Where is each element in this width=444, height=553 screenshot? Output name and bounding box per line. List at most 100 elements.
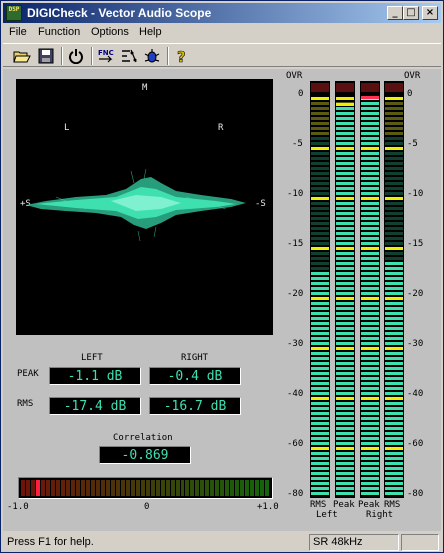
meter-segment [336, 177, 354, 180]
level-meters: OVR OVR RMS Left Peak Peak Right RMS 0 0 -5 -5 -10… [286, 71, 432, 520]
meter-segment [311, 262, 329, 265]
meter-segment [361, 422, 379, 425]
meter-segment [361, 492, 379, 495]
meter-segment [385, 202, 403, 205]
meter-label-top: Peak [333, 500, 355, 510]
meter-segment [385, 487, 403, 490]
menu-help[interactable]: Help [139, 26, 162, 38]
meter-segment [361, 392, 379, 395]
title-bar[interactable]: DSP DIGICheck - Vector Audio Scope _ □ × [3, 3, 441, 23]
open-icon[interactable] [11, 46, 33, 66]
meter-segment [336, 272, 354, 275]
meter-segment [385, 137, 403, 140]
menu-function[interactable]: Function [38, 26, 80, 38]
meter-segment [361, 117, 379, 120]
minimize-button[interactable]: _ [387, 6, 403, 20]
rms-left-readout: -17.4 dB [49, 397, 141, 415]
meter-segment [311, 477, 329, 480]
correlation-segment [145, 480, 150, 496]
correlation-segment [160, 480, 165, 496]
meter-segment [336, 207, 354, 210]
dsp-app-icon[interactable]: DSP [6, 5, 22, 21]
maximize-button[interactable]: □ [403, 6, 419, 20]
app-window: DSP DIGICheck - Vector Audio Scope _ □ ×… [0, 0, 444, 553]
meter-segment [311, 297, 329, 300]
peak-hold-marker [361, 96, 379, 99]
meter-segment [385, 222, 403, 225]
menu-options[interactable]: Options [91, 26, 129, 38]
meter-scale-label: -15 [407, 239, 424, 249]
meter-segment [385, 117, 403, 120]
meter-scale-label: -60 [407, 439, 424, 449]
meter-segment [361, 412, 379, 415]
meter-segment [311, 427, 329, 430]
meter-segment [311, 277, 329, 280]
meter-segment [311, 422, 329, 425]
meter-segment [311, 142, 329, 145]
meter-segment [361, 212, 379, 215]
correlation-segment [165, 480, 170, 496]
meter-segment [385, 217, 403, 220]
bit-icon[interactable] [118, 46, 140, 66]
power-icon[interactable] [65, 46, 87, 66]
meter-segment [385, 397, 403, 400]
bug-icon[interactable] [141, 46, 163, 66]
meter-segment [385, 322, 403, 325]
correlation-segment [250, 480, 255, 496]
meter-segment [361, 367, 379, 370]
toolbar-separator [167, 47, 169, 65]
meter-segment [385, 452, 403, 455]
close-button[interactable]: × [422, 6, 438, 20]
meter-segment [311, 392, 329, 395]
correlation-segment [110, 480, 115, 496]
correlation-segment [85, 480, 90, 496]
meter-segment [385, 367, 403, 370]
meter-segment [336, 412, 354, 415]
overload-indicator [385, 83, 403, 92]
meter-segment [385, 97, 403, 100]
meter-segment [361, 247, 379, 250]
meter-segment [311, 287, 329, 290]
correlation-segment [190, 480, 195, 496]
correlation-segment [180, 480, 185, 496]
meter-segment [361, 377, 379, 380]
meter-segment [385, 122, 403, 125]
status-sample-rate: SR 48kHz [309, 534, 399, 551]
meter-segment [385, 112, 403, 115]
meter-segment [361, 352, 379, 355]
meter-segment [311, 107, 329, 110]
meter-segment [311, 157, 329, 160]
correlation-segment [35, 480, 40, 496]
meter-segment [361, 472, 379, 475]
meter-segment [385, 342, 403, 345]
meter-segment [385, 412, 403, 415]
menu-file[interactable]: File [9, 26, 27, 38]
status-bar: Press F1 for help. SR 48kHz [3, 533, 441, 552]
meter-segment [361, 307, 379, 310]
fnc-icon[interactable]: FNC [95, 46, 117, 66]
scope-trace [26, 168, 246, 242]
meter-segment [336, 262, 354, 265]
meter-segment [385, 422, 403, 425]
meter-segment [385, 167, 403, 170]
meter-segment [361, 282, 379, 285]
meter-segment [311, 212, 329, 215]
meter-segment [311, 292, 329, 295]
meter-segment [361, 122, 379, 125]
meter-segment [311, 137, 329, 140]
meter-segment [311, 312, 329, 315]
meter-segment [336, 372, 354, 375]
save-icon[interactable] [35, 46, 57, 66]
meter-segment [385, 127, 403, 130]
meter-segment [385, 432, 403, 435]
meter-segment [311, 452, 329, 455]
meter-segment [361, 482, 379, 485]
meter-segment [336, 337, 354, 340]
help-icon[interactable]: ? [171, 46, 193, 66]
meter-segment [361, 182, 379, 185]
meter-scale-label: 0 [407, 89, 413, 99]
correlation-scale-min: -1.0 [7, 502, 29, 512]
meter-segment [361, 427, 379, 430]
meter-segment [361, 192, 379, 195]
meter-scale-label: -20 [287, 289, 304, 299]
